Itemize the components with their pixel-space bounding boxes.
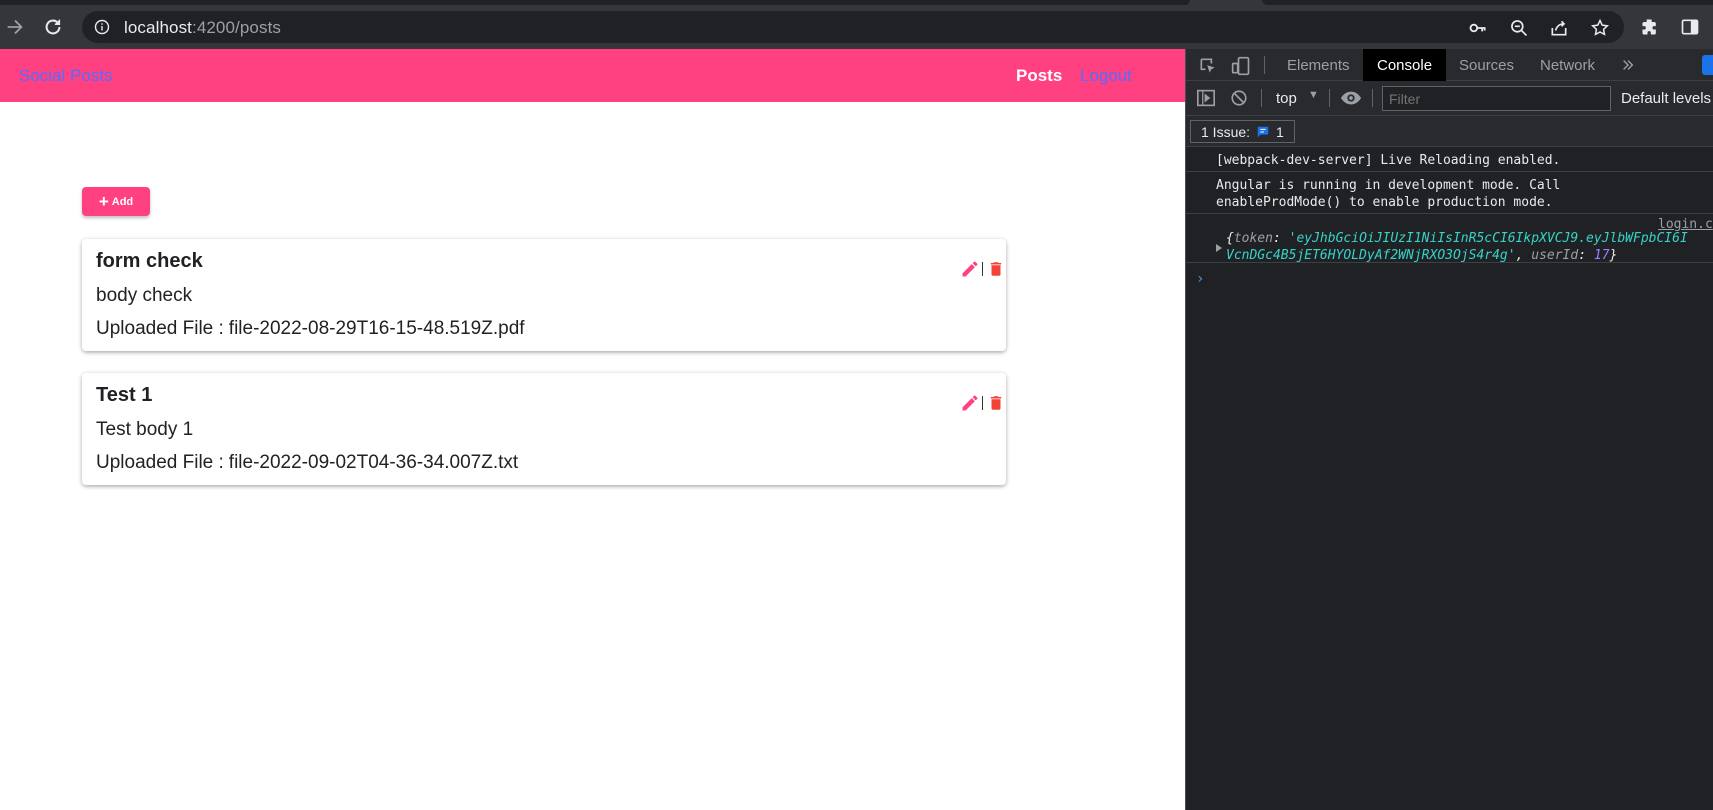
- brand-link[interactable]: Social Posts: [19, 66, 113, 86]
- share-icon[interactable]: [1549, 18, 1569, 38]
- console-filter-input[interactable]: [1382, 86, 1611, 111]
- logged-object-line1[interactable]: {token: 'eyJhbGciOiJIUzI1NiIsInR5cCI6Ikp…: [1226, 231, 1688, 246]
- more-tabs-icon[interactable]: [1621, 58, 1635, 72]
- issues-button[interactable]: 1 Issue: 1: [1190, 120, 1295, 143]
- issues-count: 1: [1276, 123, 1284, 140]
- nav-posts-link[interactable]: Posts: [1016, 66, 1062, 86]
- forward-icon[interactable]: [4, 16, 26, 38]
- log-text: [webpack-dev-server] Live Reloading enab…: [1216, 153, 1561, 168]
- post-body: Test body 1: [96, 419, 194, 440]
- devtools-tabbar: Elements Console Sources Network: [1186, 49, 1713, 81]
- clear-console-icon[interactable]: [1230, 89, 1248, 107]
- console-message: [webpack-dev-server] Live Reloading enab…: [1186, 147, 1713, 172]
- action-separator: [982, 396, 983, 410]
- context-dropdown-icon[interactable]: ▼: [1308, 89, 1319, 101]
- expand-object-icon[interactable]: [1216, 244, 1222, 252]
- object-string-value: VcnDGc4B5jET6HYOLDyAf2WNjRXO3OjS4r4g': [1226, 248, 1516, 263]
- log-source-link[interactable]: login.c: [1658, 217, 1713, 232]
- web-page: Social Posts Posts Logout + Add form che…: [0, 49, 1185, 810]
- extensions-icon[interactable]: [1640, 17, 1660, 37]
- issues-bar: 1 Issue: 1: [1186, 116, 1713, 147]
- uploaded-file-label: Uploaded File :: [96, 318, 224, 339]
- tab-console[interactable]: Console: [1363, 49, 1447, 81]
- app-toolbar: Social Posts Posts Logout: [0, 49, 1185, 102]
- delete-icon[interactable]: [987, 259, 1005, 279]
- tab-network[interactable]: Network: [1540, 57, 1595, 74]
- uploaded-file-label: Uploaded File :: [96, 452, 224, 473]
- tab-divider: [1264, 56, 1265, 74]
- post-title: Test 1: [96, 384, 153, 406]
- add-button-label: Add: [111, 195, 134, 208]
- log-levels-dropdown[interactable]: Default levels: [1621, 90, 1711, 107]
- logged-object-line2[interactable]: VcnDGc4B5jET6HYOLDyAf2WNjRXO3OjS4r4g', u…: [1226, 248, 1617, 263]
- console-prompt-icon[interactable]: ›: [1196, 271, 1204, 287]
- nav-logout-link[interactable]: Logout: [1080, 66, 1132, 86]
- address-bar[interactable]: localhost:4200/posts: [82, 11, 1624, 43]
- tab-elements[interactable]: Elements: [1287, 57, 1350, 74]
- uploaded-file-name: file-2022-09-02T04-36-34.007Z.txt: [228, 452, 519, 473]
- uploaded-file-name: file-2022-08-29T16-15-48.519Z.pdf: [228, 318, 525, 339]
- object-key: userId: [1531, 248, 1579, 263]
- key-icon[interactable]: [1468, 18, 1488, 38]
- post-file: Uploaded File : file-2022-09-02T04-36-34.…: [96, 452, 518, 474]
- issues-label: 1 Issue:: [1201, 123, 1251, 140]
- message-icon: [1257, 126, 1269, 137]
- browser-toolbar: localhost:4200/posts: [0, 5, 1713, 49]
- post-card: Test 1 Test body 1 Uploaded File : file-2…: [82, 373, 1006, 485]
- toolbar-divider: [1372, 89, 1373, 107]
- reload-icon[interactable]: [42, 16, 64, 38]
- post-body: body check: [96, 285, 193, 306]
- log-text: Angular is running in development mode. …: [1216, 178, 1561, 193]
- site-info-icon[interactable]: [94, 19, 110, 35]
- inspect-element-icon[interactable]: [1198, 56, 1218, 76]
- edit-icon[interactable]: [960, 259, 980, 279]
- zoom-out-icon[interactable]: [1509, 18, 1529, 38]
- console-message: Angular is running in development mode. …: [1186, 172, 1713, 214]
- sidebar-toggle-icon[interactable]: [1196, 89, 1216, 107]
- side-panel-icon[interactable]: [1680, 17, 1700, 37]
- device-toolbar-icon[interactable]: [1231, 55, 1251, 77]
- object-string-value: 'eyJhbGciOiJIUzI1NiIsInR5cCI6IkpXVCJ9.ey…: [1288, 231, 1688, 246]
- bookmark-star-icon[interactable]: [1590, 18, 1610, 38]
- console-output: [webpack-dev-server] Live Reloading enab…: [1186, 147, 1713, 810]
- delete-icon[interactable]: [987, 393, 1005, 413]
- action-separator: [982, 262, 983, 276]
- post-card: form check body check Uploaded File : fil…: [82, 239, 1006, 351]
- url-path: :4200/posts: [192, 18, 281, 37]
- toolbar-divider: [1329, 89, 1330, 107]
- devtools-panel: Elements Console Sources Network top ▼ D…: [1185, 49, 1713, 810]
- context-selector[interactable]: top: [1276, 90, 1297, 107]
- plus-icon: +: [98, 191, 109, 211]
- console-toolbar: top ▼ Default levels: [1186, 81, 1713, 116]
- post-actions: [950, 393, 1006, 415]
- object-key: token: [1233, 231, 1273, 246]
- url-host: localhost: [124, 18, 192, 37]
- tab-sources[interactable]: Sources: [1459, 57, 1514, 74]
- toolbar-divider: [1261, 89, 1262, 107]
- issues-badge-icon[interactable]: [1702, 55, 1713, 75]
- add-post-button[interactable]: + Add: [82, 187, 150, 216]
- object-number-value: 17: [1593, 248, 1610, 263]
- post-actions: [950, 259, 1006, 281]
- log-text: enableProdMode() to enable production mo…: [1216, 195, 1553, 210]
- url-text[interactable]: localhost:4200/posts: [124, 18, 281, 38]
- live-expression-eye-icon[interactable]: [1340, 89, 1362, 107]
- post-file: Uploaded File : file-2022-08-29T16-15-48.…: [96, 318, 525, 340]
- edit-icon[interactable]: [960, 393, 980, 413]
- post-title: form check: [96, 250, 203, 272]
